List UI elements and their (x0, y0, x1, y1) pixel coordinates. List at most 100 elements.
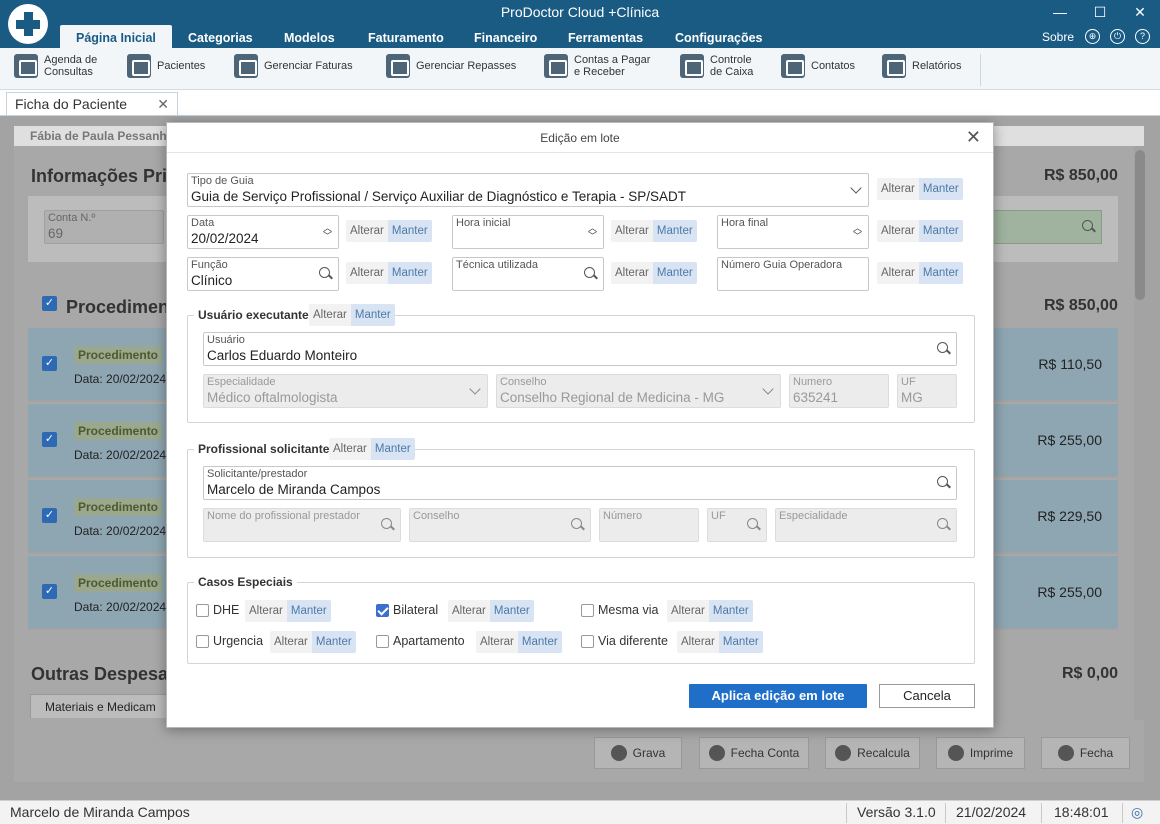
status-version: Versão 3.1.0 (857, 804, 936, 820)
alterar-button[interactable]: Alterar (448, 600, 490, 622)
checkbox-dhe[interactable]: DHE (196, 603, 239, 617)
maximize-icon[interactable]: ☐ (1090, 4, 1110, 21)
checkbox-via-diferente[interactable]: Via diferente (581, 634, 668, 648)
checkbox-box[interactable] (196, 603, 209, 617)
search-icon[interactable] (937, 476, 948, 487)
menu-financeiro[interactable]: Financeiro (466, 28, 545, 48)
data-field[interactable]: Data 20/02/2024 ︿ ﹀ (187, 215, 339, 249)
alterar-button[interactable]: Alterar (611, 220, 653, 242)
toolbar-contas[interactable]: Contas a Pagar e Receber (544, 54, 650, 78)
power-icon[interactable]: ⏻ (1110, 29, 1125, 44)
alterar-button[interactable]: Alterar (476, 631, 518, 653)
manter-button[interactable]: Manter (652, 262, 697, 284)
manter-button[interactable]: Manter (370, 438, 415, 460)
alterar-button[interactable]: Alterar (677, 631, 719, 653)
alterar-button[interactable]: Alterar (877, 220, 919, 242)
procedure-date: Data: 20/02/2024 (74, 600, 167, 614)
uf-solicitante-field: UF (707, 508, 767, 542)
manter-button[interactable]: Manter (350, 304, 395, 326)
menu-ferramentas[interactable]: Ferramentas (560, 28, 651, 48)
toolbar: Agenda de Consultas Pacientes Gerenciar … (0, 48, 1160, 90)
checkbox-box-checked[interactable] (376, 603, 389, 617)
manter-button[interactable]: Manter (387, 220, 432, 242)
alterar-button[interactable]: Alterar (309, 304, 351, 326)
menu-pagina-inicial[interactable]: Página Inicial (60, 25, 172, 48)
toolbar-repasses[interactable]: Gerenciar Repasses (386, 54, 516, 78)
menu-categorias[interactable]: Categorias (180, 28, 261, 48)
globe-icon[interactable]: ⊕ (1085, 29, 1100, 44)
toolbar-agenda[interactable]: Agenda de Consultas (14, 54, 97, 78)
checkbox-mesma-via[interactable]: Mesma via (581, 603, 658, 617)
toolbar-relatorios[interactable]: Relatórios (882, 54, 962, 78)
hora-inicial-field[interactable]: Hora inicial ︿ ﹀ (452, 215, 604, 249)
help-icon[interactable]: ? (1135, 29, 1150, 44)
chat-icon[interactable]: ◎ (1131, 804, 1143, 821)
procedure-checkbox: ✓ (42, 508, 57, 523)
alterar-button[interactable]: Alterar (877, 262, 919, 284)
checkbox-urgencia[interactable]: Urgencia (196, 634, 263, 648)
alterar-button[interactable]: Alterar (329, 438, 371, 460)
search-icon[interactable] (584, 267, 595, 278)
menu-modelos[interactable]: Modelos (276, 28, 343, 48)
checkbox-apartamento[interactable]: Apartamento (376, 634, 465, 648)
spinner-icon[interactable]: ︿ ﹀ (588, 224, 597, 241)
checkbox-box[interactable] (581, 603, 594, 617)
tab-ficha-paciente[interactable]: Ficha do Paciente ✕ (6, 92, 178, 116)
alterar-button[interactable]: Alterar (346, 262, 388, 284)
manter-button[interactable]: Manter (489, 600, 534, 622)
sobre-link[interactable]: Sobre (1042, 30, 1074, 44)
spinner-icon[interactable]: ︿ ﹀ (853, 224, 862, 241)
checkbox-box[interactable] (376, 634, 389, 648)
manter-button[interactable]: Manter (718, 631, 763, 653)
alterar-button[interactable]: Alterar (877, 178, 919, 200)
tab-materiais: Materiais e Medicam (30, 694, 170, 718)
manter-button[interactable]: Manter (652, 220, 697, 242)
close-tab-icon[interactable]: ✕ (157, 93, 169, 115)
apply-batch-button[interactable]: Aplica edição em lote (689, 684, 867, 708)
solicitante-field[interactable]: Solicitante/prestador Marcelo de Miranda… (203, 466, 957, 500)
dialog-close-icon[interactable]: ✕ (966, 127, 981, 147)
manter-button[interactable]: Manter (708, 600, 753, 622)
checkbox-box[interactable] (581, 634, 594, 648)
usuario-field[interactable]: Usuário Carlos Eduardo Monteiro (203, 332, 957, 366)
tipo-guia-select[interactable]: Tipo de Guia Guia de Serviço Profissiona… (187, 173, 869, 207)
spinner-icon[interactable]: ︿ ﹀ (323, 224, 332, 241)
toolbar-caixa[interactable]: Controle de Caixa (680, 54, 753, 78)
procedures-total: R$ 850,00 (1044, 297, 1118, 314)
toolbar-divider (980, 54, 981, 86)
search-icon (381, 518, 392, 529)
chevron-down-icon (850, 182, 862, 194)
printer-icon (947, 745, 964, 761)
manter-button[interactable]: Manter (517, 631, 562, 653)
search-icon[interactable] (319, 267, 330, 278)
alterar-button[interactable]: Alterar (667, 600, 709, 622)
checkbox-bilateral[interactable]: Bilateral (376, 603, 438, 617)
manter-button[interactable]: Manter (918, 178, 963, 200)
menu-configuracoes[interactable]: Configurações (667, 28, 771, 48)
status-date: 21/02/2024 (956, 804, 1027, 820)
procedure-value: R$ 110,50 (1038, 356, 1102, 372)
manter-button[interactable]: Manter (286, 600, 331, 622)
tecnica-field[interactable]: Técnica utilizada (452, 257, 604, 291)
toolbar-pacientes[interactable]: Pacientes (127, 54, 205, 78)
numero-field: Numero 635241 (789, 374, 889, 408)
toolbar-contatos[interactable]: Contatos (781, 54, 855, 78)
cancel-button[interactable]: Cancela (879, 684, 975, 708)
toolbar-faturas[interactable]: Gerenciar Faturas (234, 54, 353, 78)
manter-button[interactable]: Manter (918, 220, 963, 242)
manter-button[interactable]: Manter (387, 262, 432, 284)
alterar-button[interactable]: Alterar (270, 631, 312, 653)
numero-guia-field[interactable]: Número Guia Operadora (717, 257, 869, 291)
search-icon[interactable] (937, 342, 948, 353)
minimize-icon[interactable]: — (1050, 4, 1070, 20)
manter-button[interactable]: Manter (918, 262, 963, 284)
alterar-button[interactable]: Alterar (346, 220, 388, 242)
hora-final-field[interactable]: Hora final ︿ ﹀ (717, 215, 869, 249)
manter-button[interactable]: Manter (311, 631, 356, 653)
alterar-button[interactable]: Alterar (611, 262, 653, 284)
menu-faturamento[interactable]: Faturamento (360, 28, 452, 48)
checkbox-box[interactable] (196, 634, 209, 648)
funcao-field[interactable]: Função Clínico (187, 257, 339, 291)
close-window-icon[interactable]: ✕ (1130, 4, 1150, 21)
alterar-button[interactable]: Alterar (245, 600, 287, 622)
